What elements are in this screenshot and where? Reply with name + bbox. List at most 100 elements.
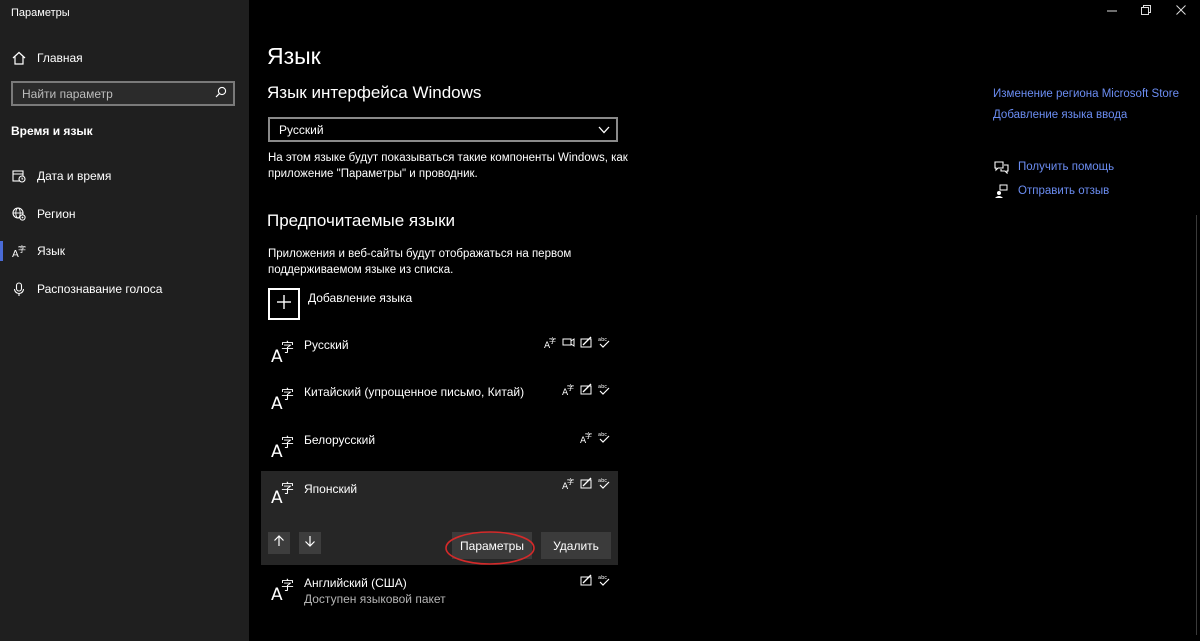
get-help-link[interactable]: Получить помощь [993,160,1114,174]
language-features: A字 abc [562,477,611,490]
svg-text:字: 字 [18,244,26,254]
sidebar-section-title: Время и язык [11,124,93,138]
language-glyph-icon: A字 [271,385,295,416]
preferred-languages-heading: Предпочитаемые языки [267,211,456,230]
add-language-label[interactable]: Добавление языка [308,291,412,305]
list-item[interactable]: A字 Белорусский A字 abc [261,425,618,471]
remove-language-button[interactable]: Удалить [541,532,611,559]
language-glyph-icon: A字 [271,479,295,510]
microphone-icon [11,281,27,297]
sidebar-item-language[interactable]: A字 Язык [11,241,66,261]
app-title: Параметры [11,7,70,19]
language-glyph-icon: A字 [271,433,295,464]
list-item[interactable]: A字 Русский A字 abc [261,330,618,376]
svg-text:字: 字 [567,383,574,392]
sidebar-item-speech[interactable]: Распознавание голоса [11,279,162,299]
svg-text:字: 字 [281,436,294,451]
sidebar-item-date-time[interactable]: Дата и время [11,166,111,186]
svg-text:abc: abc [598,575,607,581]
display-language-feature-icon: A字 [544,336,556,349]
spelling-feature-icon: abc [598,575,610,586]
speech-feature-icon [562,338,575,347]
language-name: Японский [304,482,358,496]
sidebar-item-label: Распознавание голоса [37,282,163,296]
display-language-select[interactable]: Русский [268,117,618,142]
svg-text:字: 字 [549,336,556,345]
search-input[interactable] [22,86,215,101]
language-pack-status: Доступен языковой пакет [304,592,446,606]
display-language-feature-icon: A字 [562,383,574,396]
sidebar-item-label: Регион [37,207,76,221]
search-icon[interactable] [215,86,227,101]
language-options-button[interactable]: Параметры [452,532,532,559]
move-down-button[interactable] [299,532,321,554]
feedback-person-icon [993,184,1009,198]
arrow-up-icon [273,534,285,552]
handwriting-feature-icon [580,383,592,395]
language-glyph-icon: A字 [271,576,295,607]
spelling-feature-icon: abc [598,478,610,489]
send-feedback-link[interactable]: Отправить отзыв [993,184,1109,198]
minimize-button[interactable] [1102,4,1122,18]
help-chat-icon [993,160,1009,174]
preferred-languages-description: Приложения и веб-сайты будут отображатьс… [268,248,572,276]
display-language-description: На этом языке будут показываться такие к… [268,152,628,180]
language-name: Английский (США) [304,576,407,590]
language-features: abc [580,574,611,587]
display-language-feature-icon: A字 [580,431,592,444]
get-help-label: Получить помощь [1018,161,1115,173]
plus-icon [276,294,292,315]
svg-text:字: 字 [281,482,294,497]
home-icon [11,51,27,65]
language-name: Белорусский [304,433,376,447]
sidebar-item-label: Дата и время [37,169,112,183]
sidebar-item-region[interactable]: Регион [11,204,76,224]
language-features: A字 abc [562,383,611,396]
list-item[interactable]: A字 Английский (США) Доступен языковой па… [261,568,618,612]
globe-gear-icon [11,207,27,221]
display-language-value: Русский [279,122,324,137]
language-name: Русский [304,338,349,352]
svg-text:abc: abc [598,384,607,390]
svg-text:字: 字 [281,579,294,594]
display-language-heading: Язык интерфейса Windows [267,83,482,102]
handwriting-feature-icon [580,574,592,586]
svg-text:字: 字 [567,477,574,486]
spelling-feature-icon: abc [598,384,610,395]
spelling-feature-icon: abc [598,337,610,348]
svg-text:abc: abc [598,478,607,484]
svg-text:字: 字 [585,431,592,440]
list-item[interactable]: A字 Китайский (упрощенное письмо, Китай) … [261,377,618,423]
active-indicator [0,241,3,261]
add-input-language-link[interactable]: Добавление языка ввода [993,109,1127,121]
page-title: Язык [267,43,321,69]
chevron-down-icon [598,123,610,137]
sidebar-item-label: Язык [37,244,66,258]
add-language-button[interactable] [268,288,300,320]
language-icon: A字 [11,244,27,258]
language-glyph-icon: A字 [271,338,295,369]
handwriting-feature-icon [580,336,592,348]
send-feedback-label: Отправить отзыв [1018,185,1110,197]
arrow-down-icon [304,534,316,552]
svg-text:abc: abc [598,432,607,438]
close-button[interactable] [1171,4,1191,18]
display-language-feature-icon: A字 [562,477,574,490]
restore-button[interactable] [1136,4,1156,18]
svg-text:abc: abc [598,337,607,343]
search-box [11,81,235,106]
calendar-clock-icon [11,169,27,183]
handwriting-feature-icon [580,477,592,489]
language-features: A字 abc [544,336,611,349]
svg-text:字: 字 [281,341,294,356]
sidebar: Параметры Главная Время и язык Дата и вр… [0,0,249,641]
sidebar-home[interactable]: Главная [11,48,83,68]
change-store-region-link[interactable]: Изменение региона Microsoft Store [993,88,1179,100]
language-features: A字 abc [580,431,611,444]
move-up-button[interactable] [268,532,290,554]
svg-text:字: 字 [281,388,294,403]
scrollbar[interactable] [1196,215,1197,635]
language-name: Китайский (упрощенное письмо, Китай) [304,385,525,399]
spelling-feature-icon: abc [598,432,610,443]
sidebar-home-label: Главная [37,51,83,65]
